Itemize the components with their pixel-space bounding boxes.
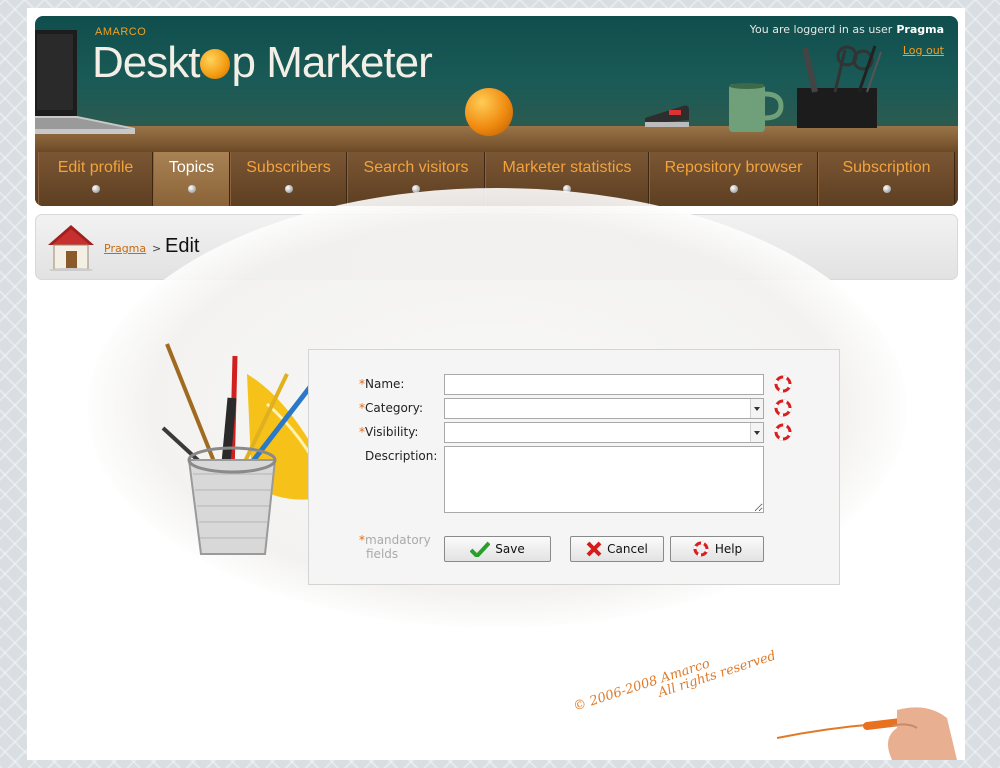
close-icon	[586, 541, 602, 557]
page: AMARCO Deskt p Marketer You are loggerd i…	[27, 8, 965, 760]
breadcrumb-link-pragma[interactable]: Pragma	[104, 242, 146, 255]
chevron-down-icon	[754, 407, 760, 411]
nav-item-edit-profile[interactable]: Edit profile	[38, 152, 153, 206]
category-label: *Category:	[359, 401, 423, 415]
hand-with-marker-icon	[776, 707, 957, 760]
orange-o-icon	[200, 49, 231, 79]
nav-label: Subscribers	[246, 159, 331, 176]
nav-dot-icon	[284, 185, 293, 193]
lifebuoy-icon	[693, 541, 709, 557]
company-name: AMARCO	[95, 26, 147, 38]
visibility-help-icon[interactable]	[774, 423, 792, 441]
category-help-icon[interactable]	[774, 399, 792, 417]
save-button[interactable]: Save	[444, 536, 551, 562]
nav-item-topics[interactable]: Topics	[153, 152, 230, 206]
checkmark-icon	[470, 541, 491, 557]
nav-item-repository-browser[interactable]: Repository browser	[649, 152, 818, 206]
user-prefix: You are loggerd in as user	[749, 23, 893, 36]
nav-label: Marketer statistics	[502, 159, 632, 176]
nav-label: Repository browser	[664, 159, 803, 176]
description-label: Description:	[365, 449, 438, 463]
edit-topic-form: *Name: *Category: *Visibility: Descripti…	[308, 349, 840, 585]
nav-label: Subscription	[842, 159, 931, 176]
cancel-button[interactable]: Cancel	[570, 536, 664, 562]
visibility-select[interactable]	[444, 422, 764, 443]
nav-dot-icon	[91, 185, 100, 193]
username: Pragma	[896, 23, 944, 36]
breadcrumb-separator: >	[152, 242, 162, 255]
logout-link[interactable]: Log out	[903, 44, 944, 57]
user-info: You are loggerd in as user Pragma	[750, 23, 944, 36]
nav-item-subscription[interactable]: Subscription	[818, 152, 955, 206]
desk-organizer-icon	[797, 45, 882, 128]
help-button[interactable]: Help	[670, 536, 764, 562]
home-icon[interactable]	[46, 223, 96, 271]
stapler-icon	[645, 105, 689, 127]
name-label: *Name:	[359, 377, 405, 391]
header-banner: AMARCO Deskt p Marketer You are loggerd i…	[35, 16, 958, 206]
category-select[interactable]	[444, 398, 764, 419]
nav-label: Search visitors	[363, 159, 469, 176]
mandatory-note: *mandatory fields	[359, 533, 431, 561]
nav-label: Topics	[168, 159, 215, 176]
page-title: Edit	[165, 235, 200, 257]
description-textarea[interactable]	[444, 446, 764, 513]
nav-dot-icon	[882, 185, 891, 193]
app-logo: Deskt p Marketer	[92, 38, 433, 87]
nav-dot-icon	[187, 185, 196, 193]
nav-dot-icon	[729, 185, 738, 193]
name-help-icon[interactable]	[774, 375, 792, 393]
nav-item-subscribers[interactable]: Subscribers	[230, 152, 347, 206]
visibility-label: *Visibility:	[359, 425, 419, 439]
name-input[interactable]	[444, 374, 764, 395]
nav-label: Edit profile	[57, 159, 134, 176]
orange-icon	[465, 88, 513, 136]
chevron-down-icon	[754, 431, 760, 435]
